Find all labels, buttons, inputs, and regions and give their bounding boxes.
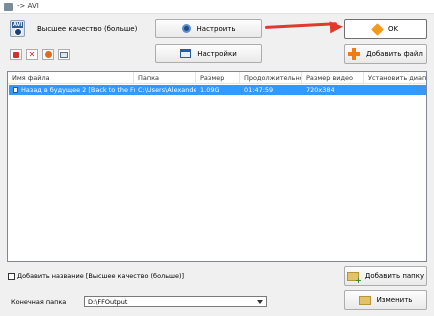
play-button[interactable] <box>42 49 54 60</box>
destination-folder-value: D:\FFOutput <box>88 298 128 306</box>
annotation-arrow-head <box>329 20 344 34</box>
cell-file-name: Назад в будущее 2 [Back to the Future 2.… <box>21 86 135 94</box>
cell-folder: C:\Users\Alexander... <box>138 86 196 94</box>
table-row[interactable]: Назад в будущее 2 [Back to the Future 2.… <box>9 85 426 95</box>
folder-plus-icon <box>346 271 362 285</box>
add-name-checkbox[interactable] <box>8 273 15 280</box>
column-header-name[interactable]: Имя файла <box>8 72 134 84</box>
add-folder-button[interactable]: Добавить папку <box>344 266 427 286</box>
cell-size: 1.09G <box>200 86 220 94</box>
add-file-button[interactable]: Добавить файл <box>344 44 427 64</box>
cell-video-size: 720x384 <box>306 86 335 94</box>
ok-button-label: OK <box>387 25 399 33</box>
configure-button[interactable]: Настроить <box>155 19 262 38</box>
play-icon <box>44 51 52 58</box>
column-header-range[interactable]: Установить диапаз... <box>364 72 426 84</box>
column-header-video-size[interactable]: Размер видео <box>302 72 364 84</box>
column-header-folder[interactable]: Папка <box>134 72 196 84</box>
settings-button[interactable]: Настройки <box>155 44 262 63</box>
file-list-table[interactable]: Имя файла Папка Размер Продолжительность… <box>7 71 427 262</box>
media-info-button[interactable] <box>58 49 70 60</box>
clear-list-button[interactable]: ✕ <box>26 49 38 60</box>
remove-file-button[interactable] <box>10 49 22 60</box>
destination-folder-label: Конечная папка <box>11 298 67 306</box>
change-folder-button-label: Изменить <box>376 296 413 304</box>
plus-icon <box>348 48 361 60</box>
gear-icon <box>181 24 191 33</box>
add-name-checkbox-label[interactable]: Добавить название [Высшее качество (боль… <box>17 272 184 280</box>
column-header-duration[interactable]: Продолжительность <box>240 72 302 84</box>
destination-folder-select[interactable]: D:\FFOutput <box>84 296 267 307</box>
settings-button-label: Настройки <box>197 49 237 58</box>
chevron-down-icon <box>257 300 263 304</box>
column-header-size[interactable]: Размер <box>196 72 240 84</box>
ok-arrow-icon <box>371 22 384 36</box>
close-icon: ✕ <box>28 49 36 59</box>
disc-icon <box>14 28 22 36</box>
ok-button[interactable]: OK <box>344 19 427 39</box>
add-file-button-label: Добавить файл <box>366 50 423 58</box>
change-folder-button[interactable]: Изменить <box>344 290 427 310</box>
avi-format-icon: AVI <box>10 20 25 37</box>
window-title: -> AVI <box>17 2 39 10</box>
configure-button-label: Настроить <box>196 24 236 33</box>
annotation-arrow-shaft <box>264 22 337 29</box>
settings-window-icon <box>180 49 192 58</box>
title-bar <box>0 0 434 14</box>
cell-range <box>364 85 426 95</box>
info-window-icon <box>60 51 68 58</box>
cell-duration: 01:47:59 <box>244 86 274 94</box>
table-header: Имя файла Папка Размер Продолжительность… <box>8 72 426 84</box>
remove-icon <box>13 51 19 58</box>
app-icon <box>4 3 13 11</box>
quality-label: Высшее качество (больше) <box>37 25 138 33</box>
add-folder-button-label: Добавить папку <box>364 272 425 280</box>
folder-icon <box>358 295 371 305</box>
